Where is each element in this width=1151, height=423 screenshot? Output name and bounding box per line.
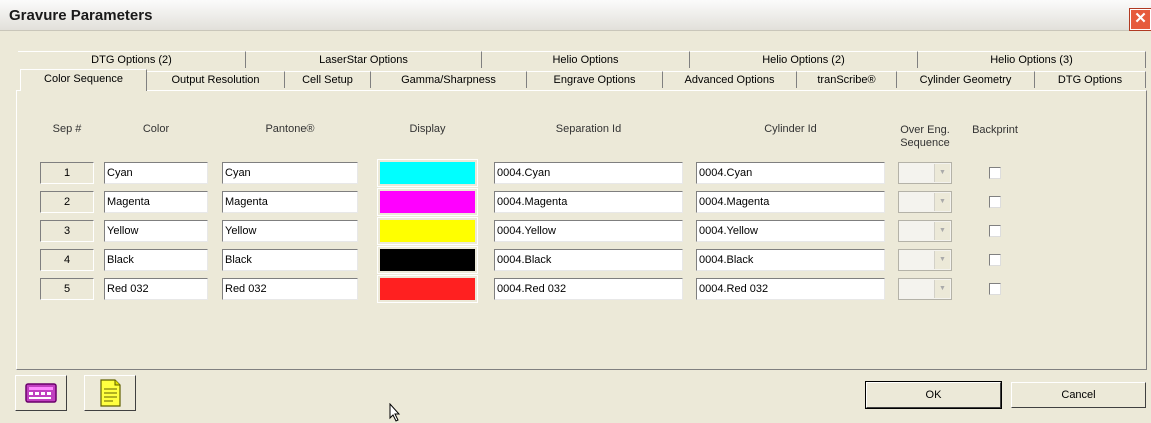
header-over-eng: Over Eng.: [900, 124, 950, 136]
display-swatch[interactable]: [377, 159, 478, 187]
chevron-down-icon: ▼: [934, 164, 950, 182]
header-sep: Sep #: [52, 123, 82, 135]
pantone-field[interactable]: Yellow: [222, 220, 358, 242]
separation-id-field[interactable]: 0004.Black: [494, 249, 683, 271]
tab-advanced-options[interactable]: Advanced Options: [663, 71, 797, 88]
cylinder-id-field[interactable]: 0004.Yellow: [696, 220, 885, 242]
display-swatch[interactable]: [377, 217, 478, 245]
cancel-button[interactable]: Cancel: [1011, 382, 1146, 408]
over-eng-sequence-select[interactable]: ▼: [898, 220, 952, 242]
cylinder-id-field[interactable]: 0004.Magenta: [696, 191, 885, 213]
sep-number: 2: [40, 191, 94, 213]
chevron-down-icon: ▼: [934, 193, 950, 211]
cylinder-id-field[interactable]: 0004.Black: [696, 249, 885, 271]
separation-id-field[interactable]: 0004.Red 032: [494, 278, 683, 300]
tab-output-resolution[interactable]: Output Resolution: [147, 71, 285, 88]
display-swatch[interactable]: [377, 188, 478, 216]
ok-button[interactable]: OK: [865, 381, 1002, 409]
tab-laserstar-options[interactable]: LaserStar Options: [246, 51, 482, 68]
header-display: Display: [409, 123, 446, 135]
backprint-checkbox[interactable]: [989, 167, 1001, 179]
chevron-down-icon: ▼: [934, 222, 950, 240]
sep-number: 5: [40, 278, 94, 300]
backprint-checkbox[interactable]: [989, 283, 1001, 295]
tab-color-sequence[interactable]: Color Sequence: [20, 69, 147, 91]
tab-cylinder-geometry[interactable]: Cylinder Geometry: [897, 71, 1035, 88]
color-field[interactable]: Cyan: [104, 162, 208, 184]
sep-number: 3: [40, 220, 94, 242]
tab-helio-options-2[interactable]: Helio Options (2): [690, 51, 918, 68]
window-title: Gravure Parameters: [9, 7, 153, 24]
header-sequence: Sequence: [900, 137, 950, 149]
over-eng-sequence-select[interactable]: ▼: [898, 278, 952, 300]
over-eng-sequence-select[interactable]: ▼: [898, 162, 952, 184]
pantone-field[interactable]: Magenta: [222, 191, 358, 213]
tab-helio-options[interactable]: Helio Options: [482, 51, 690, 68]
color-field[interactable]: Magenta: [104, 191, 208, 213]
pantone-field[interactable]: Black: [222, 249, 358, 271]
header-pantone: Pantone®: [265, 123, 315, 135]
backprint-checkbox[interactable]: [989, 225, 1001, 237]
display-swatch[interactable]: [377, 246, 478, 274]
document-button[interactable]: [84, 375, 136, 411]
tab-dtg-options[interactable]: DTG Options: [1035, 71, 1146, 88]
keyboard-icon: [25, 383, 57, 403]
cylinder-id-field[interactable]: 0004.Cyan: [696, 162, 885, 184]
header-cylinder-id: Cylinder Id: [764, 123, 817, 135]
header-color: Color: [142, 123, 170, 135]
tab-transcribe[interactable]: tranScribe®: [797, 71, 897, 88]
backprint-checkbox[interactable]: [989, 254, 1001, 266]
cylinder-id-field[interactable]: 0004.Red 032: [696, 278, 885, 300]
backprint-checkbox[interactable]: [989, 196, 1001, 208]
pantone-field[interactable]: Cyan: [222, 162, 358, 184]
sep-number: 4: [40, 249, 94, 271]
separation-id-field[interactable]: 0004.Yellow: [494, 220, 683, 242]
display-swatch[interactable]: [377, 275, 478, 303]
chevron-down-icon: ▼: [934, 280, 950, 298]
separation-id-field[interactable]: 0004.Cyan: [494, 162, 683, 184]
tab-gamma-sharpness[interactable]: Gamma/Sharpness: [371, 71, 527, 88]
color-field[interactable]: Yellow: [104, 220, 208, 242]
sep-number: 1: [40, 162, 94, 184]
tab-dtg-options-2[interactable]: DTG Options (2): [18, 51, 246, 68]
title-bar: Gravure Parameters ✕: [0, 0, 1151, 31]
color-field[interactable]: Red 032: [104, 278, 208, 300]
over-eng-sequence-select[interactable]: ▼: [898, 191, 952, 213]
document-icon: [100, 379, 121, 407]
close-button[interactable]: ✕: [1130, 9, 1151, 30]
separation-id-field[interactable]: 0004.Magenta: [494, 191, 683, 213]
tab-helio-options-3[interactable]: Helio Options (3): [918, 51, 1146, 68]
header-separation-id: Separation Id: [555, 123, 622, 135]
over-eng-sequence-select[interactable]: ▼: [898, 249, 952, 271]
pantone-field[interactable]: Red 032: [222, 278, 358, 300]
tab-engrave-options[interactable]: Engrave Options: [527, 71, 663, 88]
chevron-down-icon: ▼: [934, 251, 950, 269]
cursor-icon: [389, 403, 401, 422]
keyboard-button[interactable]: [15, 375, 67, 411]
header-backprint: Backprint: [972, 124, 1018, 136]
tab-cell-setup[interactable]: Cell Setup: [285, 71, 371, 88]
color-field[interactable]: Black: [104, 249, 208, 271]
